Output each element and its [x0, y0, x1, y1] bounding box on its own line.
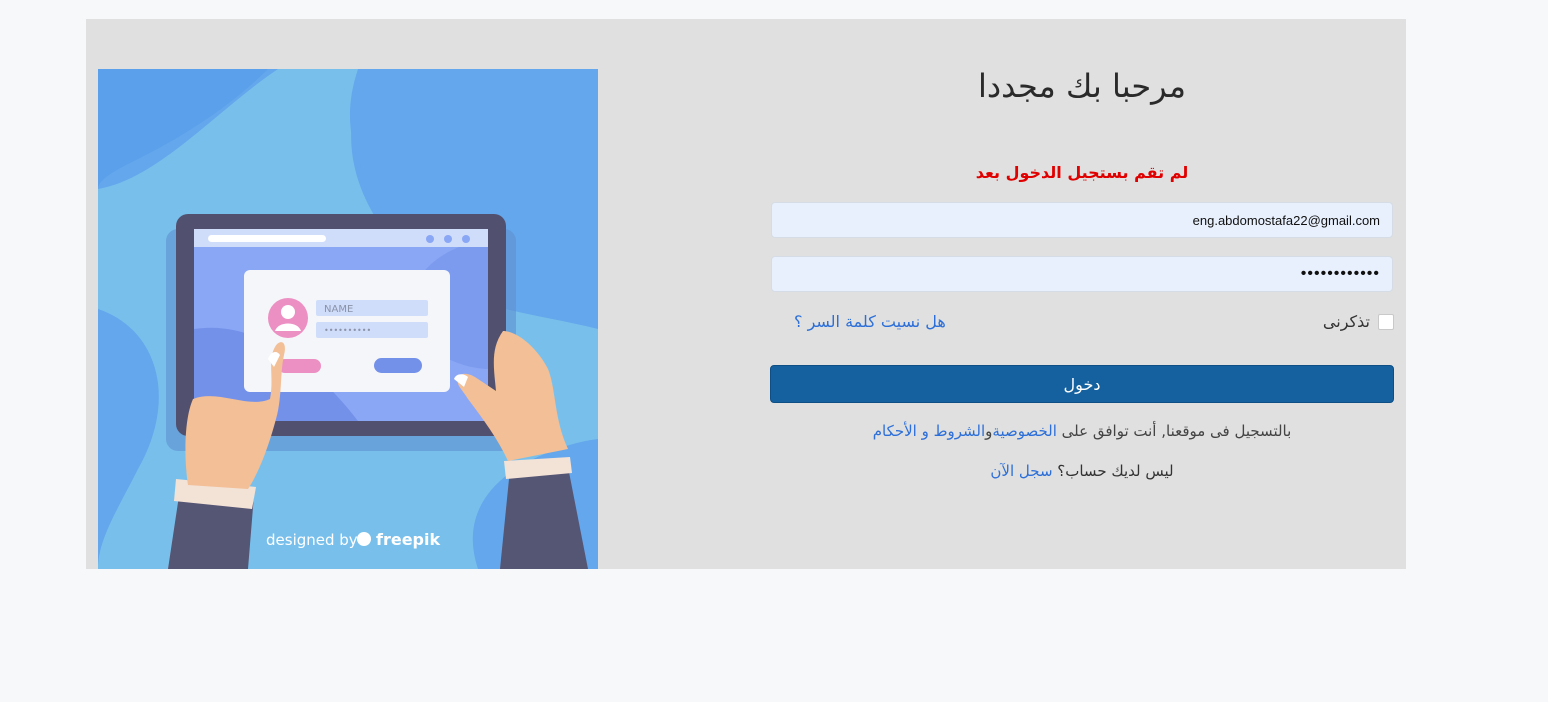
remember-me[interactable]: تذكرنى	[1323, 312, 1394, 331]
remember-checkbox[interactable]	[1378, 313, 1394, 330]
signup-prompt: ليس لديك حساب؟ سجل الآن	[770, 462, 1394, 480]
privacy-link[interactable]: الخصوصية	[992, 422, 1056, 440]
terms-link[interactable]: الشروط و الأحكام	[873, 422, 985, 440]
email-field[interactable]	[772, 203, 1392, 237]
credit-brand: freepik	[376, 530, 440, 549]
login-button[interactable]: دخول	[770, 365, 1394, 403]
terms-text: بالتسجيل فى موقعنا, أنت توافق على	[1056, 422, 1292, 440]
password-field-wrapper	[771, 256, 1393, 292]
page-title: مرحبا بك مجددا	[978, 67, 1186, 105]
email-field-wrapper	[771, 202, 1393, 238]
login-illustration: NAME •••••••••• designed by freepik	[98, 69, 598, 569]
forgot-password-link[interactable]: هل نسيت كلمة السر ؟	[794, 312, 946, 331]
login-form: مرحبا بك مجددا لم تقم بستجيل الدخول بعد …	[770, 19, 1394, 569]
terms-notice: بالتسجيل فى موقعنا, أنت توافق على الخصوص…	[770, 422, 1394, 440]
password-field[interactable]	[772, 257, 1392, 291]
signup-text: ليس لديك حساب؟	[1052, 462, 1174, 480]
illustration-password-placeholder: ••••••••••	[324, 326, 371, 335]
options-row: تذكرنى هل نسيت كلمة السر ؟	[770, 309, 1394, 335]
error-message: لم تقم بستجيل الدخول بعد	[975, 163, 1189, 182]
remember-label: تذكرنى	[1322, 312, 1370, 331]
login-card: NAME •••••••••• designed by freepik مرحب…	[86, 19, 1406, 569]
illustration-name-placeholder: NAME	[324, 304, 353, 315]
signup-link[interactable]: سجل الآن	[990, 462, 1052, 480]
credit-text: designed by	[266, 531, 358, 549]
